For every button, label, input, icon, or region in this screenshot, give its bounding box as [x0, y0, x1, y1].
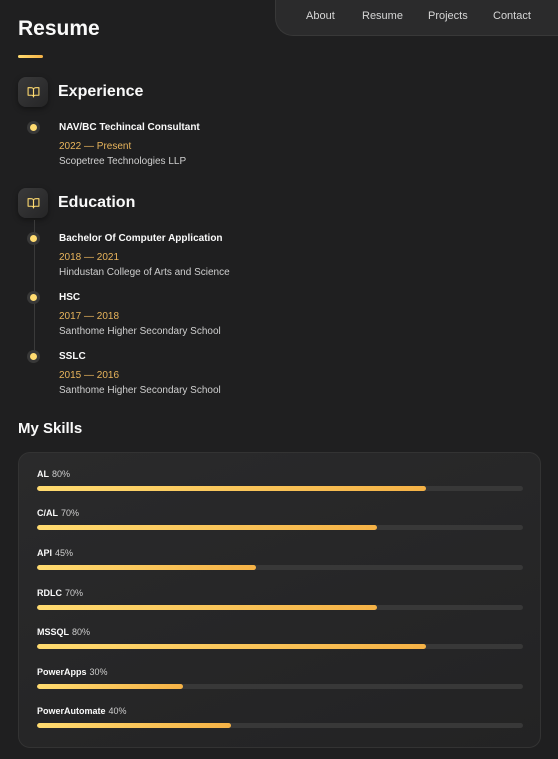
skill-progress-track — [37, 684, 523, 689]
nav-resume-link[interactable]: Resume — [362, 10, 403, 22]
skill-percent: 80% — [72, 627, 91, 637]
nav-contact-link[interactable]: Contact — [493, 10, 531, 22]
skill-name: PowerAutomate — [37, 706, 106, 716]
skill-label: PowerApps 30% — [37, 667, 108, 678]
skill-progress-track — [37, 723, 523, 728]
navbar: About Resume Projects Contact — [275, 0, 558, 36]
education-item-title: SSLC — [59, 351, 86, 362]
timeline-dot — [30, 353, 37, 360]
skill-progress-fill — [37, 684, 183, 689]
skill-progress-track — [37, 486, 523, 491]
title-underline — [18, 55, 43, 58]
experience-item-date: 2022 — Present — [59, 141, 132, 152]
skill-percent: 30% — [89, 667, 108, 677]
education-item-date: 2018 — 2021 — [59, 252, 120, 263]
skill-name: C/AL — [37, 508, 58, 518]
skill-progress-fill — [37, 486, 426, 491]
experience-item-company: Scopetree Technologies LLP — [59, 156, 187, 167]
timeline-dot — [30, 124, 37, 131]
skill-percent: 40% — [108, 706, 127, 716]
education-item-school: Santhome Higher Secondary School — [59, 385, 221, 396]
nav-projects-link[interactable]: Projects — [428, 10, 468, 22]
skill-progress-track — [37, 525, 523, 530]
nav-about-link[interactable]: About — [306, 10, 335, 22]
skill-percent: 80% — [52, 469, 71, 479]
skill-name: RDLC — [37, 588, 62, 598]
skill-progress-track — [37, 644, 523, 649]
skill-progress-track — [37, 605, 523, 610]
skill-name: PowerApps — [37, 667, 87, 677]
skills-title: My Skills — [18, 420, 83, 437]
skill-label: PowerAutomate 40% — [37, 706, 127, 717]
experience-title: Experience — [58, 83, 144, 100]
skill-progress-fill — [37, 565, 256, 570]
skill-label: API 45% — [37, 548, 73, 559]
education-title: Education — [58, 194, 136, 211]
education-item-school: Hindustan College of Arts and Science — [59, 267, 230, 278]
skills-card: AL 80% C/AL 70% API 45% RDLC 70% MSSQL 80% — [18, 452, 541, 748]
skill-percent: 70% — [61, 508, 80, 518]
book-icon — [18, 77, 48, 107]
skill-progress-fill — [37, 525, 378, 530]
skill-progress-track — [37, 565, 523, 570]
experience-item-title: NAV/BC Techincal Consultant — [59, 122, 200, 133]
skill-label: AL 80% — [37, 469, 70, 480]
skill-progress-fill — [37, 644, 426, 649]
education-item-title: HSC — [59, 292, 81, 303]
skill-name: AL — [37, 469, 49, 479]
page-title: Resume — [18, 17, 100, 40]
skill-label: RDLC 70% — [37, 588, 83, 599]
resume-page: About Resume Projects Contact Resume Exp… — [0, 0, 558, 759]
education-item-date: 2015 — 2016 — [59, 370, 120, 381]
skill-progress-fill — [37, 723, 232, 728]
skill-percent: 45% — [55, 548, 74, 558]
education-item-title: Bachelor Of Computer Application — [59, 233, 223, 244]
skill-label: MSSQL 80% — [37, 627, 90, 638]
skill-percent: 70% — [65, 588, 84, 598]
skill-name: MSSQL — [37, 627, 70, 637]
skill-name: API — [37, 548, 53, 558]
book-icon — [18, 188, 48, 218]
timeline-dot — [30, 235, 37, 242]
education-item-school: Santhome Higher Secondary School — [59, 326, 221, 337]
skill-label: C/AL 70% — [37, 508, 79, 519]
timeline-dot — [30, 294, 37, 301]
skill-progress-fill — [37, 605, 378, 610]
education-item-date: 2017 — 2018 — [59, 311, 120, 322]
